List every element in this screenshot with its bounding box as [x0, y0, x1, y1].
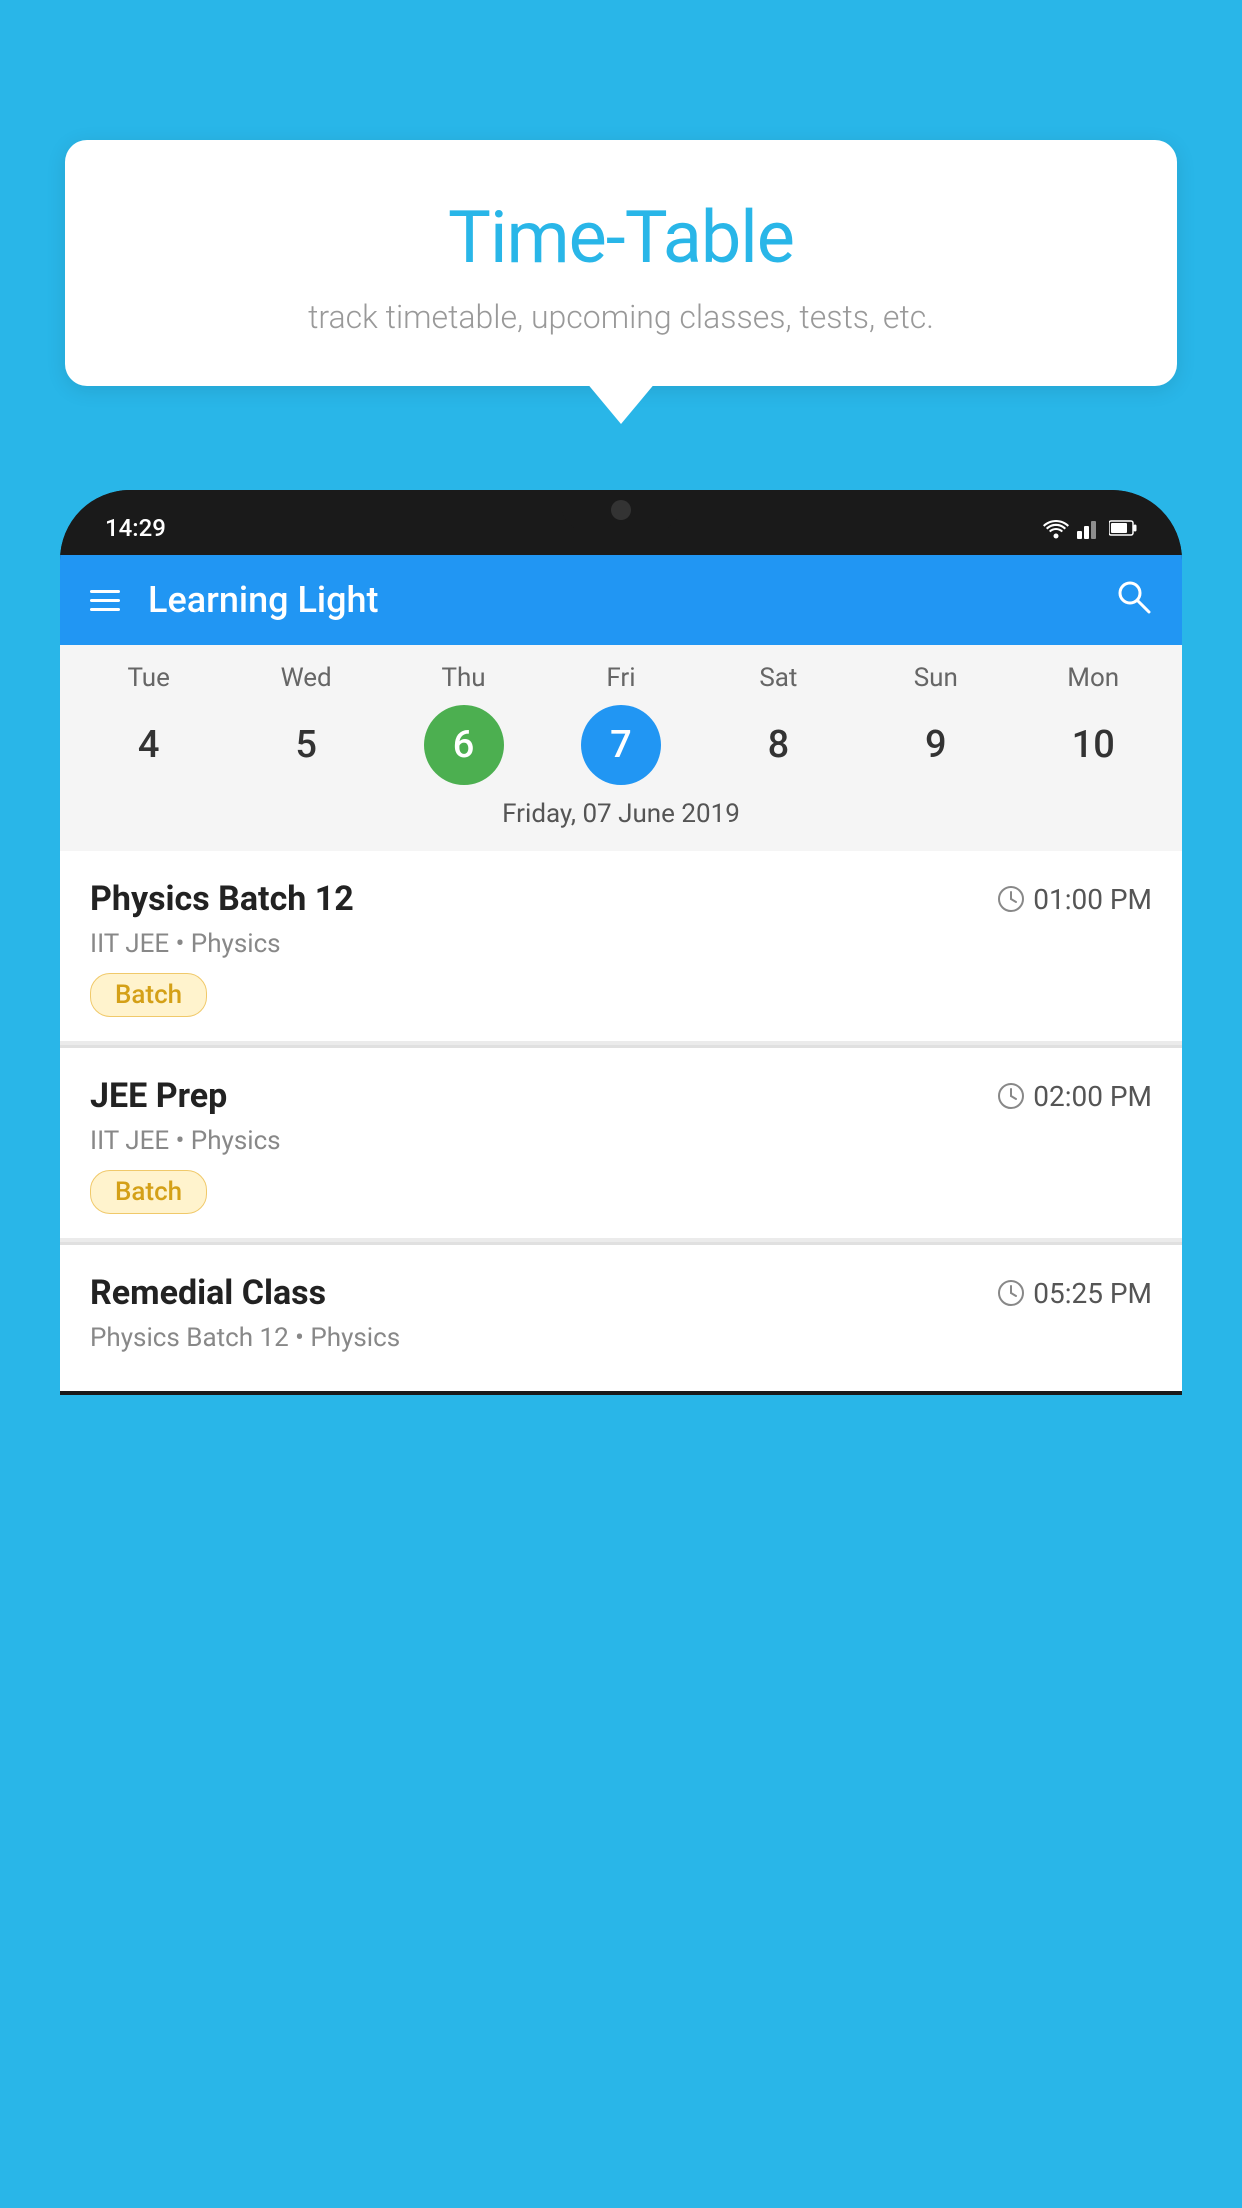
schedule-title: Remedial Class: [90, 1273, 326, 1313]
phone-notch: [561, 490, 681, 532]
day-header-label: Sat: [738, 663, 818, 693]
selected-date-label: Friday, 07 June 2019: [60, 799, 1182, 841]
day-number[interactable]: 8: [738, 705, 818, 785]
search-icon[interactable]: [1114, 577, 1152, 624]
phone-frame: 14:29: [60, 490, 1182, 1395]
app-header: Learning Light: [60, 555, 1182, 645]
day-header-label: Tue: [109, 663, 189, 693]
day-header-label: Wed: [266, 663, 346, 693]
menu-icon[interactable]: [90, 590, 120, 611]
schedule-item[interactable]: Physics Batch 12 01:00 PM IIT JEE • Phys…: [60, 851, 1182, 1041]
schedule-item-header: Physics Batch 12 01:00 PM: [90, 879, 1152, 919]
day-number[interactable]: 6: [424, 705, 504, 785]
speech-bubble: Time-Table track timetable, upcoming cla…: [65, 140, 1177, 386]
battery-icon: [1109, 519, 1137, 537]
batch-badge: Batch: [90, 1170, 207, 1214]
camera-icon: [611, 500, 631, 520]
app-title: Learning Light: [148, 579, 1114, 621]
phone-outer: 14:29: [60, 490, 1182, 2208]
schedule-subtitle: Physics Batch 12 • Physics: [90, 1323, 1152, 1353]
schedule-item[interactable]: JEE Prep 02:00 PM IIT JEE • Physics Batc…: [60, 1048, 1182, 1238]
day-number[interactable]: 5: [266, 705, 346, 785]
status-icons: [1043, 517, 1137, 539]
schedule-title: JEE Prep: [90, 1076, 227, 1116]
bubble-title: Time-Table: [125, 195, 1117, 280]
day-number[interactable]: 7: [581, 705, 661, 785]
day-numbers: 456789 10: [60, 705, 1182, 785]
signal-icon: [1077, 517, 1101, 539]
batch-badge: Batch: [90, 973, 207, 1017]
day-header-label: Mon: [1053, 663, 1133, 693]
day-number[interactable]: 9: [896, 705, 976, 785]
schedule-item[interactable]: Remedial Class 05:25 PM Physics Batch 12…: [60, 1245, 1182, 1391]
day-header-label: Sun: [896, 663, 976, 693]
day-headers: Tue Wed Thu Fri Sat Sun Mon: [60, 663, 1182, 693]
day-header-label: Thu: [424, 663, 504, 693]
status-bar: 14:29: [60, 490, 1182, 555]
schedule-time: 05:25 PM: [997, 1277, 1152, 1310]
bubble-subtitle: track timetable, upcoming classes, tests…: [125, 298, 1117, 336]
schedule-list: Physics Batch 12 01:00 PM IIT JEE • Phys…: [60, 851, 1182, 1391]
wifi-icon: [1043, 517, 1069, 539]
status-time: 14:29: [105, 514, 166, 542]
schedule-time: 02:00 PM: [997, 1080, 1152, 1113]
schedule-subtitle: IIT JEE • Physics: [90, 929, 1152, 959]
day-number[interactable]: 10: [1053, 705, 1133, 785]
clock-icon: [997, 885, 1025, 913]
clock-icon: [997, 1082, 1025, 1110]
schedule-time: 01:00 PM: [997, 883, 1152, 916]
day-header-label: Fri: [581, 663, 661, 693]
day-number[interactable]: 4: [109, 705, 189, 785]
speech-bubble-container: Time-Table track timetable, upcoming cla…: [65, 140, 1177, 386]
schedule-subtitle: IIT JEE • Physics: [90, 1126, 1152, 1156]
schedule-item-header: Remedial Class 05:25 PM: [90, 1273, 1152, 1313]
clock-icon: [997, 1279, 1025, 1307]
calendar-strip: Tue Wed Thu Fri Sat Sun Mon 456789 10 Friday, 0…: [60, 645, 1182, 851]
schedule-item-header: JEE Prep 02:00 PM: [90, 1076, 1152, 1116]
schedule-title: Physics Batch 12: [90, 879, 354, 919]
